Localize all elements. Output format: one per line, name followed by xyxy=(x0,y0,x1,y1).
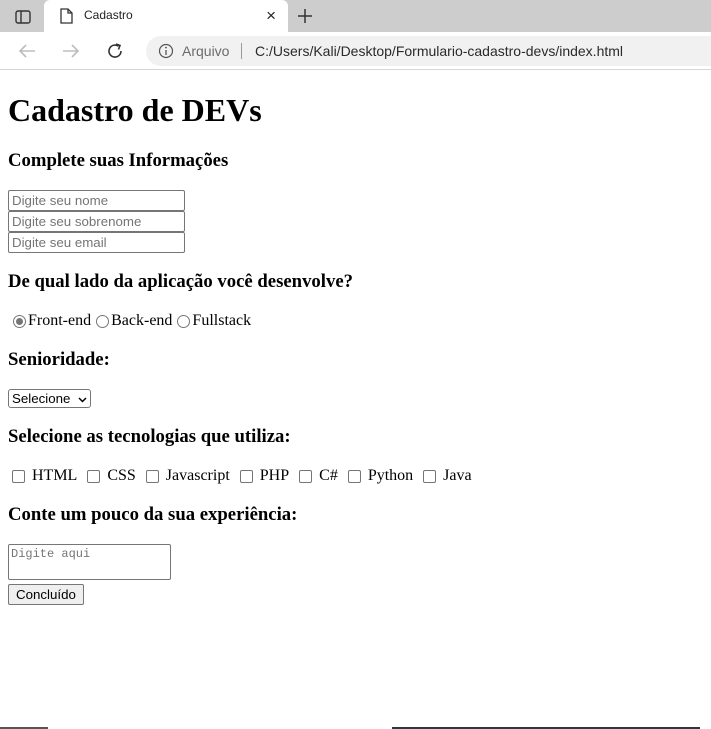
checkbox-csharp[interactable] xyxy=(299,469,313,483)
checkbox-python[interactable] xyxy=(347,469,361,483)
seniority-select[interactable]: Selecione xyxy=(8,389,91,408)
plus-icon[interactable] xyxy=(294,6,316,26)
info-icon[interactable] xyxy=(158,43,174,62)
radio-label-back-end: Back-end xyxy=(111,312,173,329)
address-url[interactable]: C:/Users/Kali/Desktop/Formulario-cadastr… xyxy=(255,43,623,59)
tech-heading: Selecione as tecnologias que utiliza: xyxy=(8,426,291,447)
browser-tab[interactable]: Cadastro × xyxy=(44,0,288,32)
tab-title: Cadastro xyxy=(84,8,133,22)
checkbox-label-css: CSS xyxy=(107,467,136,484)
address-security-label: Arquivo xyxy=(182,43,230,59)
experience-heading: Conte um pouco da sua experiência: xyxy=(8,504,298,525)
radio-label-fullstack: Fullstack xyxy=(192,312,252,329)
page-title: Cadastro de DEVs xyxy=(8,92,262,128)
browser-navbar: Arquivo C:/Users/Kali/Desktop/Formulario… xyxy=(0,32,711,70)
surname-input[interactable] xyxy=(8,211,185,232)
seniority-heading: Senioridade: xyxy=(8,349,110,370)
seniority-selected-value: Selecione xyxy=(12,391,71,406)
radio-fullstack[interactable] xyxy=(177,314,191,328)
sidebar-icon[interactable] xyxy=(12,7,34,27)
chevron-down-icon xyxy=(78,391,87,406)
browser-tabbar: Cadastro × xyxy=(0,0,711,32)
page-icon xyxy=(60,8,73,29)
email-input[interactable] xyxy=(8,232,185,253)
checkbox-html[interactable] xyxy=(12,469,25,483)
radio-back-end[interactable] xyxy=(96,314,110,328)
forward-icon[interactable] xyxy=(60,41,82,61)
side-heading: De qual lado da aplicação você desenvolv… xyxy=(8,271,353,292)
page-content: Cadastro de DEVs Complete suas Informaçõ… xyxy=(8,71,708,605)
tech-checkbox-group: HTML CSS Javascript PHP C# Python Java xyxy=(8,466,708,486)
checkbox-java[interactable] xyxy=(423,469,437,483)
checkbox-php[interactable] xyxy=(239,469,253,483)
back-icon[interactable] xyxy=(16,41,38,61)
checkbox-label-python: Python xyxy=(367,467,414,484)
checkbox-label-javascript: Javascript xyxy=(165,467,230,484)
checkbox-label-html: HTML xyxy=(32,467,78,484)
address-bar[interactable]: Arquivo C:/Users/Kali/Desktop/Formulario… xyxy=(146,36,711,66)
checkbox-css[interactable] xyxy=(87,469,101,483)
checkbox-label-csharp: C# xyxy=(319,467,338,484)
address-separator xyxy=(241,43,242,59)
reload-icon[interactable] xyxy=(104,41,126,61)
info-heading: Complete suas Informações xyxy=(8,150,229,171)
checkbox-label-java: Java xyxy=(443,467,472,484)
side-radio-group: Front-end Back-end Fullstack xyxy=(8,311,708,331)
checkbox-label-php: PHP xyxy=(259,467,290,484)
radio-label-front-end: Front-end xyxy=(28,312,92,329)
close-icon[interactable]: × xyxy=(266,6,276,26)
radio-front-end[interactable] xyxy=(13,314,26,328)
checkbox-javascript[interactable] xyxy=(145,469,159,483)
name-input[interactable] xyxy=(8,190,185,211)
submit-button[interactable]: Concluído xyxy=(8,584,84,605)
experience-textarea[interactable] xyxy=(8,544,171,580)
